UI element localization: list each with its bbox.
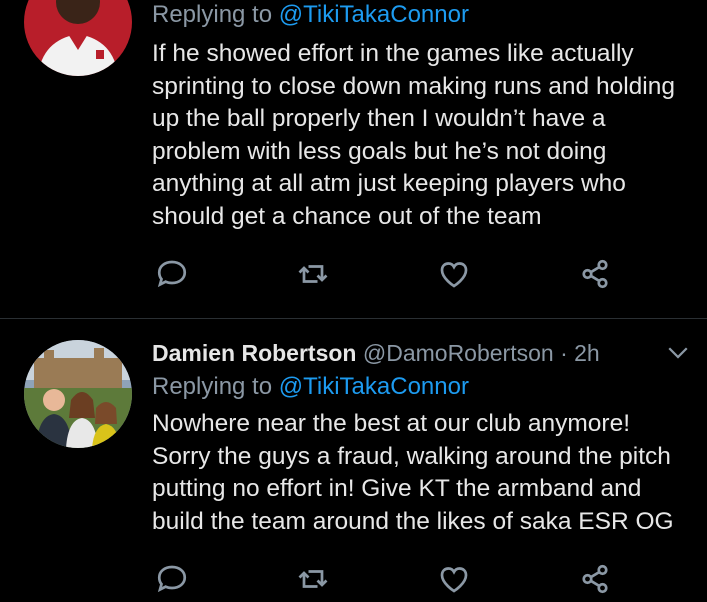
tweet-text: If he showed effort in the games like ac… (152, 40, 675, 230)
share-icon[interactable] (577, 561, 617, 601)
replying-to: Replying to @TikiTakaConnor (152, 372, 695, 402)
share-icon[interactable] (577, 256, 617, 296)
like-icon[interactable] (436, 256, 476, 296)
replying-to: Replying to @TikiTakaConnor (152, 0, 695, 30)
tweet-header: Damien Robertson @DamoRobertson · 2h (152, 338, 695, 368)
timestamp[interactable]: · 2h (554, 340, 600, 366)
chevron-down-icon[interactable] (663, 337, 693, 367)
mention-link[interactable]: @TikiTakaConnor (279, 1, 469, 28)
tweet-1[interactable]: Replying to @TikiTakaConnor If he showed… (0, 0, 707, 318)
tweet-actions (152, 561, 622, 601)
reply-icon[interactable] (154, 561, 194, 601)
retweet-icon[interactable] (295, 256, 335, 296)
user-handle[interactable]: @DamoRobertson (363, 340, 554, 366)
tweet-text: Nowhere near the best at our club anymor… (152, 410, 674, 535)
replying-to-label: Replying to (152, 1, 279, 28)
tweet-actions (152, 256, 622, 296)
avatar[interactable] (24, 340, 132, 448)
display-name[interactable]: Damien Robertson (152, 340, 356, 366)
tweet-2[interactable]: Damien Robertson @DamoRobertson · 2h Rep… (0, 319, 707, 602)
reply-icon[interactable] (154, 256, 194, 296)
mention-link[interactable]: @TikiTakaConnor (279, 373, 469, 400)
replying-to-label: Replying to (152, 373, 279, 400)
like-icon[interactable] (436, 561, 476, 601)
avatar[interactable] (24, 0, 132, 76)
retweet-icon[interactable] (295, 561, 335, 601)
